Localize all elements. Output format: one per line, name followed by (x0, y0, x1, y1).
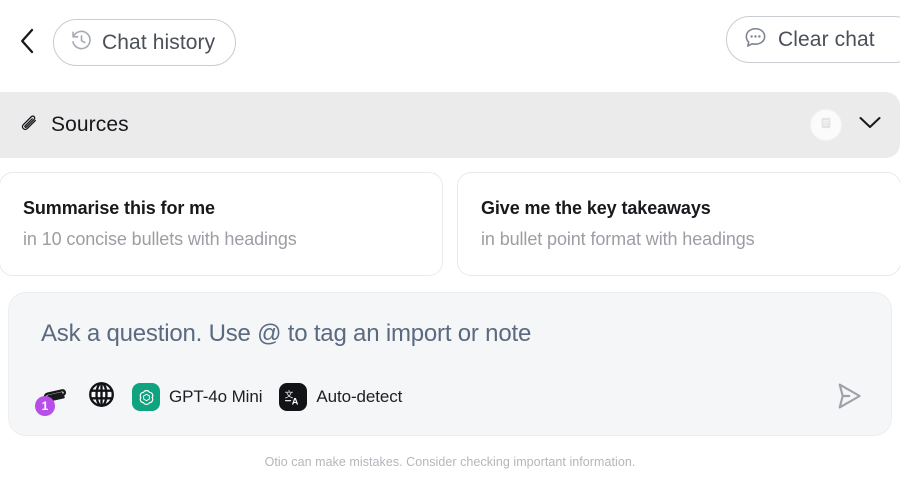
attach-file-button[interactable]: 1 (35, 381, 71, 416)
suggestion-card-subtitle: in 10 concise bullets with headings (23, 229, 297, 249)
web-search-toggle[interactable] (88, 381, 115, 413)
clear-chat-label: Clear chat (778, 27, 875, 51)
source-chip[interactable] (810, 109, 842, 141)
disclaimer-text: Otio can make mistakes. Consider checkin… (264, 455, 636, 469)
sources-label-group: Sources (18, 112, 129, 139)
composer-toolbar: 1 GPT-4o Mini 文 A Auto-detect (35, 381, 402, 416)
sources-expand-button[interactable] (852, 107, 888, 143)
composer[interactable]: Ask a question. Use @ to tag an import o… (8, 292, 892, 436)
svg-text:A: A (292, 397, 299, 407)
chat-panel: Chat history Clear chat Sources Summaris… (0, 0, 900, 500)
model-label: GPT-4o Mini (169, 387, 263, 406)
chat-history-button[interactable]: Chat history (53, 19, 237, 66)
suggestion-card-subtitle: in bullet point format with headings (481, 229, 755, 249)
chat-history-label: Chat history (102, 30, 216, 54)
document-icon (819, 116, 833, 135)
model-selector[interactable]: GPT-4o Mini (132, 383, 262, 411)
translate-icon: 文 A (279, 383, 308, 411)
attachment-count-badge: 1 (35, 396, 55, 416)
sources-bar[interactable]: Sources (0, 92, 900, 158)
chat-bubble-dots-icon (743, 25, 768, 55)
back-button[interactable] (12, 26, 42, 58)
sources-title: Sources (51, 113, 129, 136)
suggestion-card-takeaways[interactable]: Give me the key takeaways in bullet poin… (457, 172, 900, 276)
openai-logo-icon (132, 383, 160, 411)
language-label: Auto-detect (316, 387, 403, 406)
question-input[interactable]: Ask a question. Use @ to tag an import o… (41, 320, 531, 348)
history-clock-icon (70, 29, 93, 57)
sources-actions (810, 92, 888, 158)
clear-chat-button[interactable]: Clear chat (726, 16, 900, 63)
suggestion-card-title: Summarise this for me (23, 198, 215, 218)
suggestion-card-title: Give me the key takeaways (481, 198, 711, 218)
language-selector[interactable]: 文 A Auto-detect (279, 383, 402, 411)
chevron-down-icon (858, 115, 882, 135)
header-bar: Chat history Clear chat (0, 0, 900, 84)
suggestion-card-summarise[interactable]: Summarise this for me in 10 concise bull… (0, 172, 443, 276)
send-paper-plane-icon (833, 380, 865, 415)
globe-icon (88, 381, 115, 413)
send-button[interactable] (829, 377, 869, 417)
chevron-left-icon (19, 28, 35, 57)
paperclip-icon (18, 112, 40, 139)
suggestion-cards: Summarise this for me in 10 concise bull… (0, 172, 900, 276)
